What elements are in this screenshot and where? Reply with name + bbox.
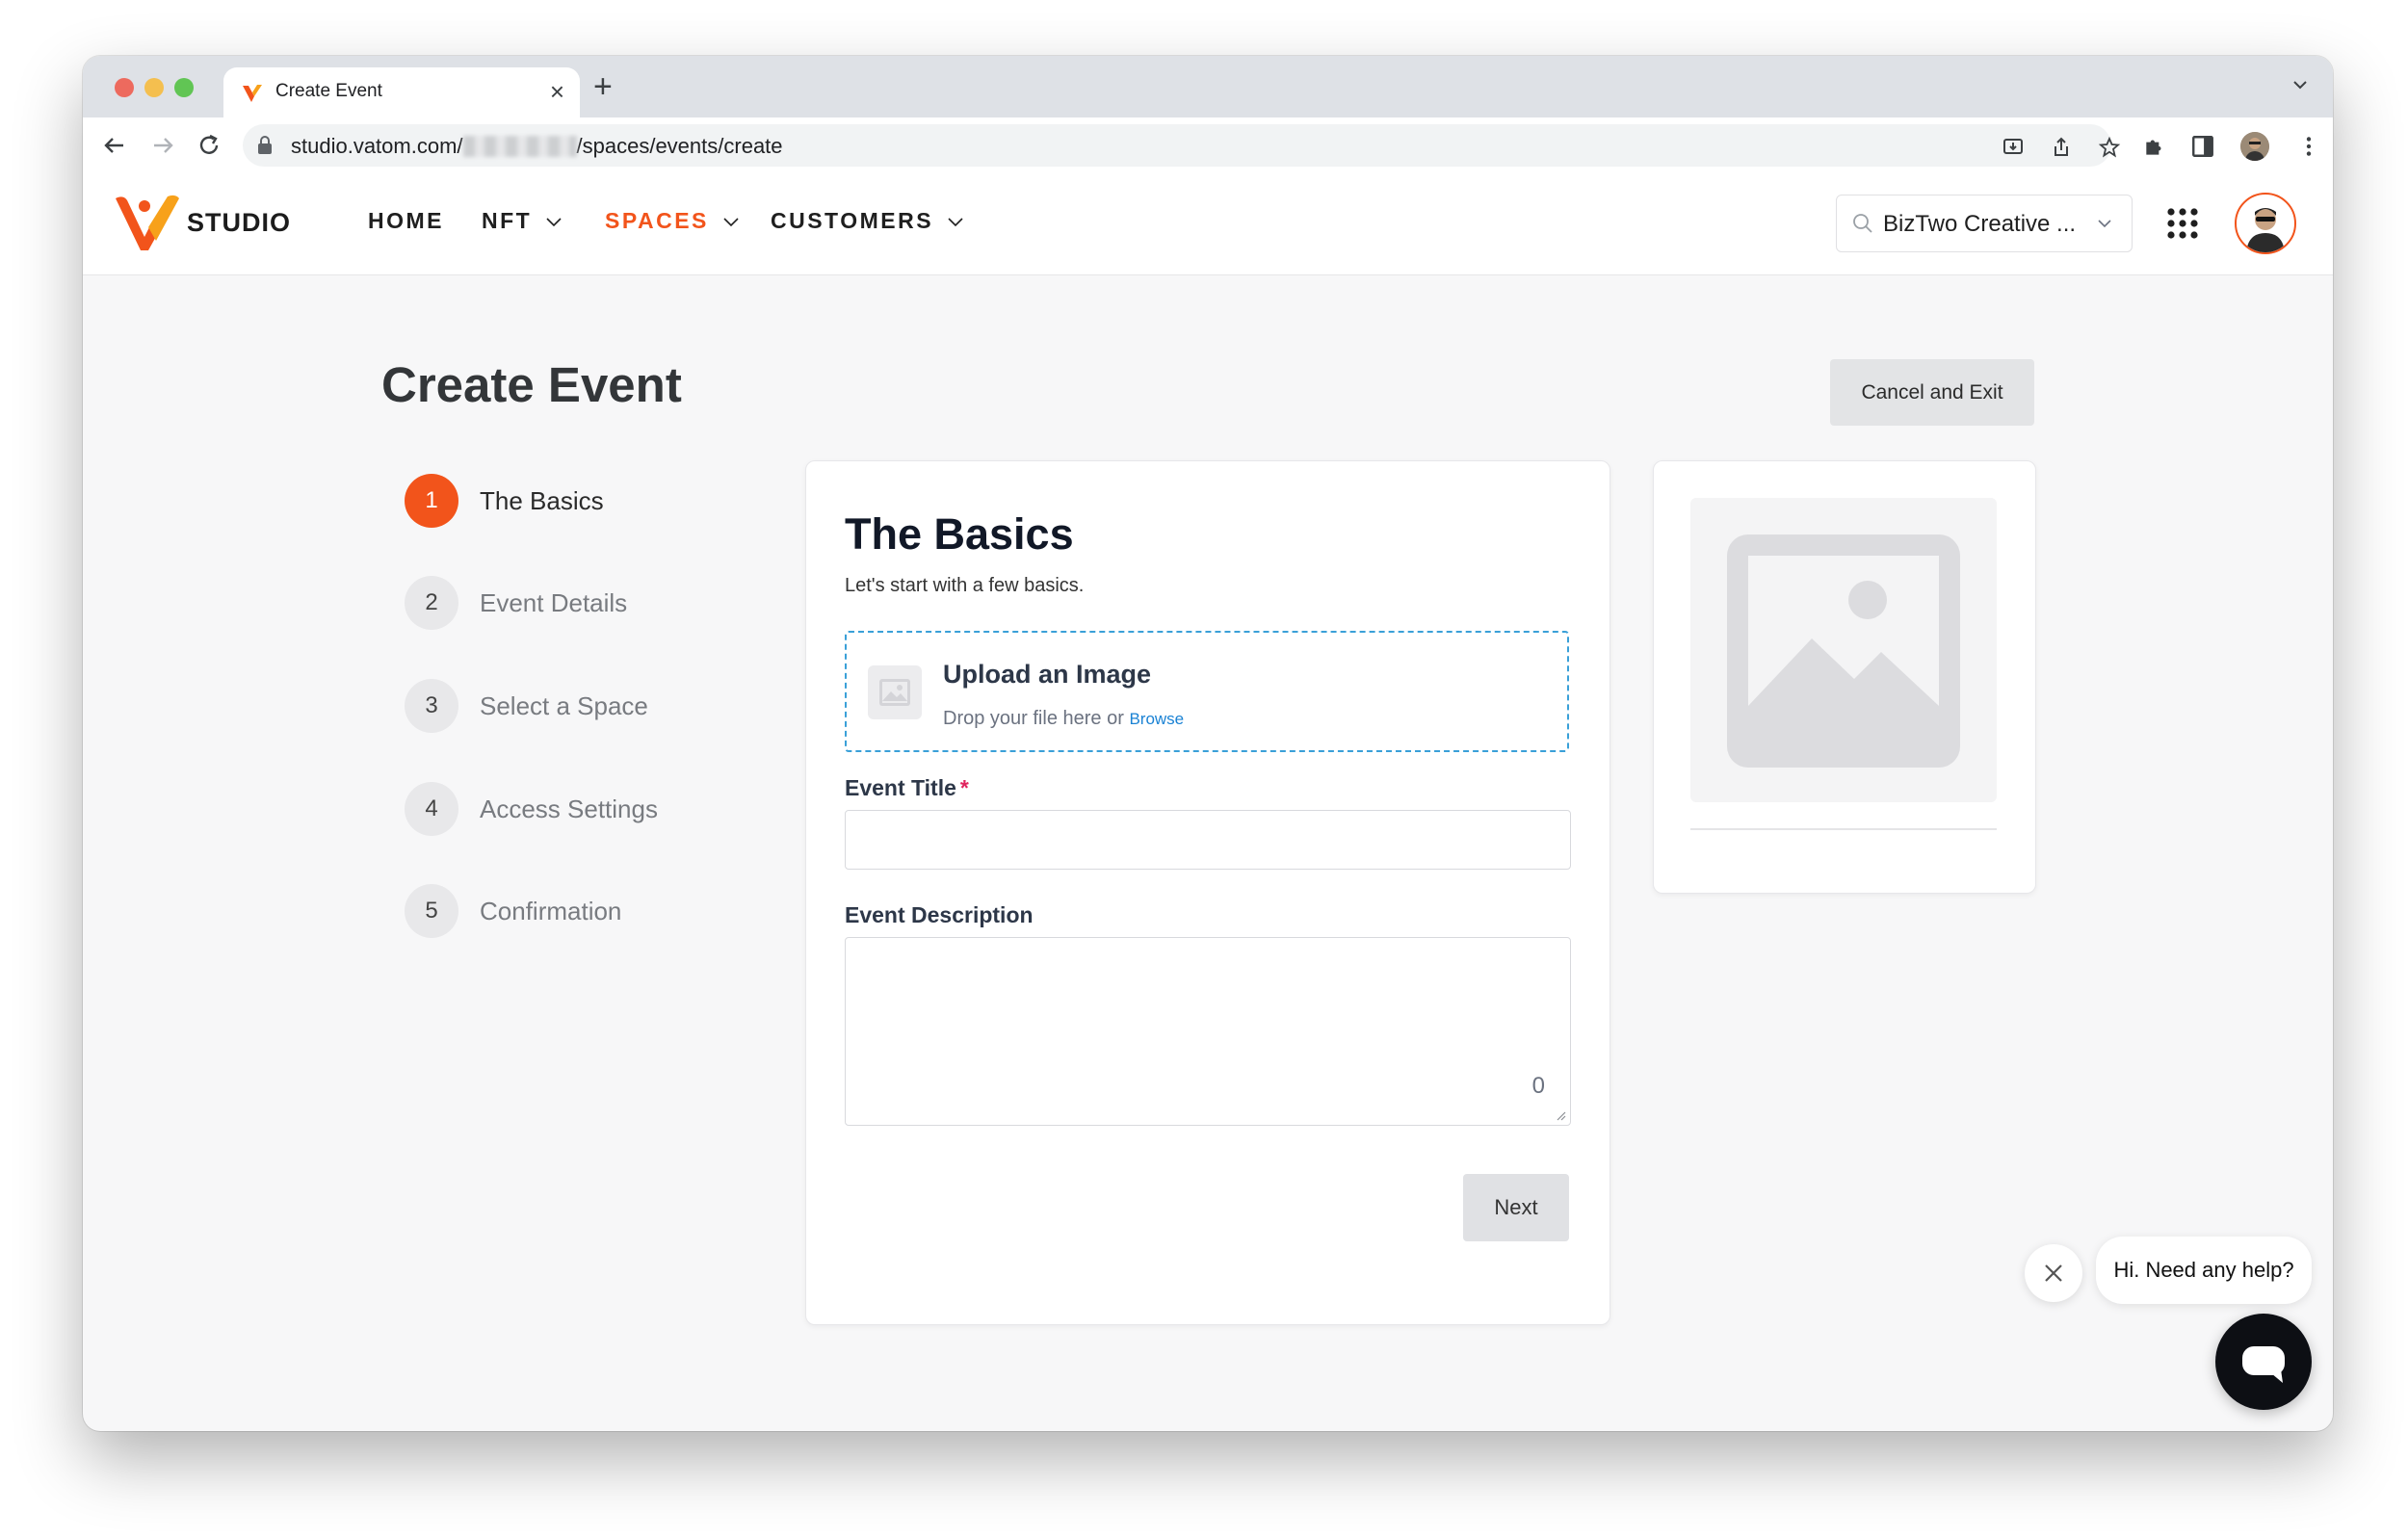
chevron-down-icon — [723, 217, 739, 226]
install-app-icon[interactable] — [2002, 136, 2025, 159]
event-description-label: Event Description — [845, 902, 1034, 927]
character-count: 0 — [1531, 1073, 1545, 1099]
step-label: Confirmation — [480, 896, 622, 925]
nav-home[interactable]: HOME — [368, 208, 444, 234]
event-description-textarea[interactable]: 0 — [845, 937, 1571, 1126]
vatom-favicon-icon — [243, 85, 262, 102]
nav-customers-label: CUSTOMERS — [771, 208, 934, 233]
bookmark-star-icon[interactable] — [2098, 136, 2121, 159]
resize-handle-icon[interactable] — [1555, 1109, 1566, 1121]
step-confirmation[interactable]: 5 Confirmation — [405, 884, 621, 938]
url-redacted-segment — [462, 136, 577, 157]
chevron-down-icon — [2098, 220, 2111, 228]
search-icon — [1853, 214, 1872, 233]
close-icon — [2045, 1264, 2062, 1282]
forward-arrow-icon[interactable] — [148, 131, 177, 160]
form-subheading: Let's start with a few basics. — [845, 575, 1085, 596]
image-placeholder-icon — [868, 665, 922, 719]
cancel-and-exit-button[interactable]: Cancel and Exit — [1830, 359, 2034, 426]
apps-grid-icon[interactable] — [2167, 208, 2198, 239]
tab-strip: Create Event × + — [83, 56, 2333, 117]
step-access-settings[interactable]: 4 Access Settings — [405, 782, 658, 836]
help-dismiss-button[interactable] — [2025, 1244, 2082, 1302]
back-arrow-icon[interactable] — [100, 131, 129, 160]
nav-home-label: HOME — [368, 208, 444, 233]
user-avatar[interactable] — [2235, 193, 2296, 254]
upload-title: Upload an Image — [943, 660, 1152, 689]
upload-hint: Drop your file here or Browse — [943, 708, 1185, 729]
event-title-input[interactable] — [845, 810, 1571, 870]
image-placeholder-icon — [1727, 534, 1960, 768]
side-panel-icon[interactable] — [2190, 134, 2215, 159]
tab-search-chevron-icon[interactable] — [2289, 73, 2312, 96]
vatom-logo-icon[interactable] — [116, 195, 181, 250]
step-label: Select a Space — [480, 690, 648, 720]
chevron-down-icon — [546, 217, 562, 226]
step-label: Event Details — [480, 587, 628, 617]
nav-spaces[interactable]: SPACES — [605, 208, 740, 234]
lock-icon — [258, 136, 272, 154]
step-label: The Basics — [480, 485, 604, 515]
step-select-a-space[interactable]: 3 Select a Space — [405, 679, 648, 733]
step-the-basics[interactable]: 1 The Basics — [405, 474, 604, 528]
tab-title: Create Event — [275, 81, 382, 101]
nav-spaces-label: SPACES — [605, 208, 709, 233]
nav-nft-label: NFT — [482, 208, 533, 233]
required-asterisk: * — [959, 775, 969, 800]
organization-name: BizTwo Creative ... — [1883, 211, 2077, 237]
page-title: Create Event — [381, 357, 682, 412]
image-upload-dropzone[interactable]: Upload an Image Drop your file here or B… — [845, 631, 1569, 752]
reload-icon[interactable] — [195, 131, 223, 160]
event-title-label: Event Title * — [845, 775, 969, 800]
extensions-puzzle-icon[interactable] — [2142, 134, 2167, 159]
browser-tab[interactable]: Create Event × — [223, 67, 580, 117]
tab-close-icon[interactable]: × — [550, 77, 564, 106]
browser-menu-icon[interactable] — [2296, 134, 2321, 159]
browse-link[interactable]: Browse — [1129, 710, 1184, 728]
browser-window: Create Event × + studio.vatom.com//space… — [83, 56, 2333, 1431]
preview-divider — [1690, 828, 1997, 830]
chat-icon — [2242, 1346, 2285, 1383]
help-bubble[interactable]: Hi. Need any help? — [2096, 1237, 2312, 1304]
maximize-window-button[interactable] — [174, 78, 194, 97]
step-event-details[interactable]: 2 Event Details — [405, 576, 627, 630]
app-header: STUDIO HOME NFT SPACES CUSTOMERS BizTwo … — [83, 173, 2333, 275]
nav-nft[interactable]: NFT — [482, 208, 563, 234]
preview-image-placeholder — [1690, 498, 1997, 802]
close-window-button[interactable] — [115, 78, 134, 97]
browser-toolbar: studio.vatom.com//spaces/events/create — [83, 117, 2333, 174]
basics-form-card: The Basics Let's start with a few basics… — [805, 460, 1610, 1325]
chat-launcher-button[interactable] — [2215, 1314, 2312, 1410]
organization-selector[interactable]: BizTwo Creative ... — [1836, 195, 2133, 252]
url-text: studio.vatom.com//spaces/events/create — [291, 134, 783, 158]
step-number: 5 — [405, 884, 458, 938]
nav-customers[interactable]: CUSTOMERS — [771, 208, 964, 234]
address-bar[interactable]: studio.vatom.com//spaces/events/create — [243, 124, 2121, 167]
minimize-window-button[interactable] — [144, 78, 164, 97]
step-number: 2 — [405, 576, 458, 630]
step-label: Access Settings — [480, 794, 658, 823]
step-number: 3 — [405, 679, 458, 733]
chevron-down-icon — [948, 217, 963, 226]
event-preview-card — [1653, 460, 2036, 894]
logo-text: STUDIO — [187, 208, 292, 237]
form-heading: The Basics — [845, 509, 1074, 559]
step-number: 4 — [405, 782, 458, 836]
new-tab-icon[interactable]: + — [593, 67, 613, 106]
next-button[interactable]: Next — [1463, 1174, 1569, 1241]
browser-profile-avatar[interactable] — [2240, 132, 2269, 161]
share-icon[interactable] — [2050, 136, 2073, 159]
step-number: 1 — [405, 474, 458, 528]
